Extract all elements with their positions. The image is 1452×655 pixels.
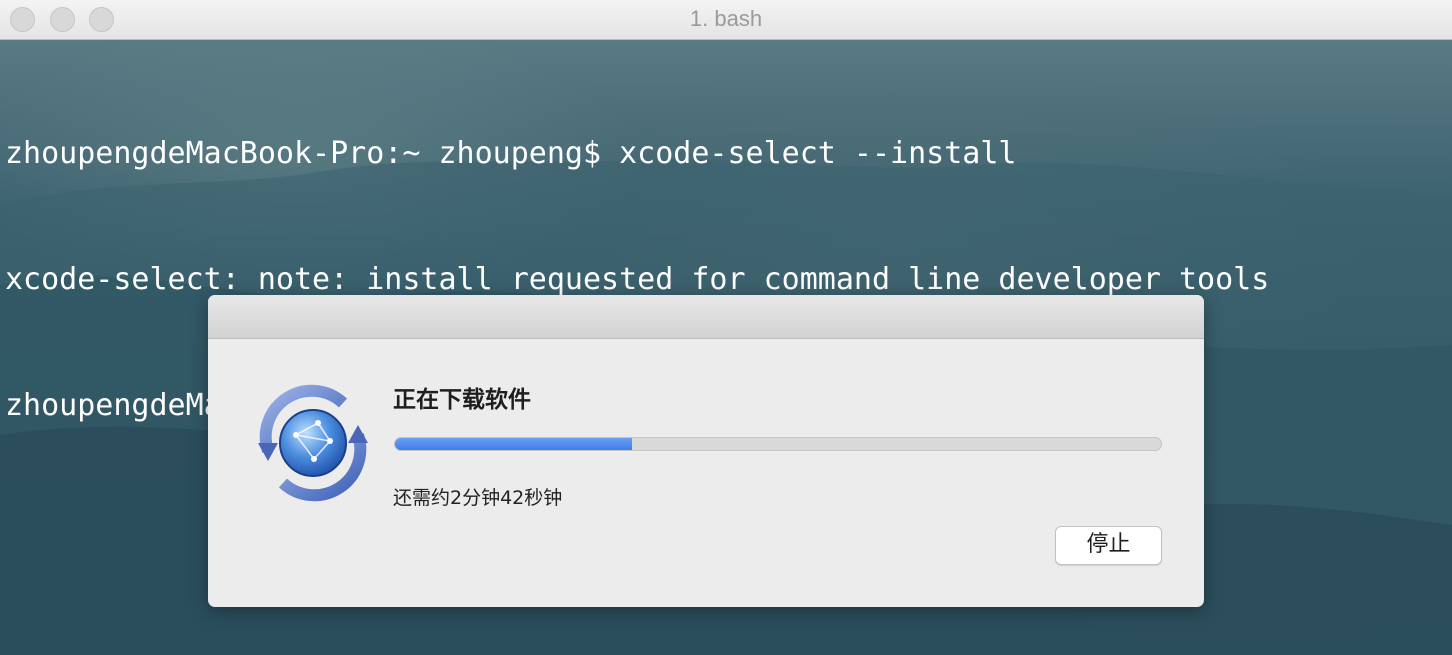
dialog-heading: 正在下载软件: [393, 387, 531, 413]
terminal-window: 1. bash zhoupengdeMacBook-Pro:~ zhoupeng…: [0, 0, 1452, 655]
terminal-line: zhoupengdeMacBook-Pro:~ zhoupeng$ xcode-…: [5, 136, 1017, 171]
title-bar[interactable]: 1. bash: [0, 0, 1452, 40]
software-update-icon: [258, 384, 368, 502]
stop-button[interactable]: 停止: [1055, 526, 1162, 565]
window-title: 1. bash: [689, 6, 763, 31]
download-dialog: 正在下载软件 还需约2分钟42秒钟 停止: [208, 295, 1204, 607]
time-remaining-text: 还需约2分钟42秒钟: [393, 487, 563, 509]
download-progress-bar: [394, 437, 1162, 451]
dialog-header-bar: [208, 295, 1204, 339]
progress-fill: [395, 438, 633, 450]
